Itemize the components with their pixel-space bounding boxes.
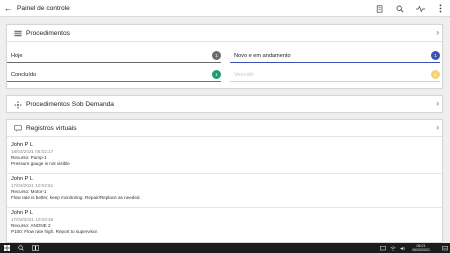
chat-bubble-icon <box>13 124 22 133</box>
tile-new-in-progress-label: Novo e em andamento <box>234 53 291 59</box>
chevron-right-icon: › <box>436 99 439 108</box>
record-message: P100: Flow rate high. Report to supervis… <box>11 229 99 234</box>
system-tray: 08:21 26/03/2021 <box>378 243 450 253</box>
display-icon[interactable] <box>378 243 388 253</box>
pulse-icon[interactable] <box>413 2 427 16</box>
windows-start-icon[interactable] <box>0 243 14 253</box>
tile-completed-label: Concluído <box>11 72 37 78</box>
tile-completed-count: 1 <box>212 70 221 79</box>
tile-completed[interactable]: Concluído 1 <box>7 69 221 82</box>
tile-today-label: Hoje <box>11 53 23 59</box>
back-arrow-icon[interactable]: ← <box>0 3 16 13</box>
app-bar: ← Painel de controle <box>0 0 450 17</box>
on-demand-icon <box>13 100 22 109</box>
taskbar-clock[interactable]: 08:21 26/03/2021 <box>412 244 430 252</box>
record-item[interactable]: John P L 17/03/2021 10:02:36 Recurso: AN… <box>7 210 442 242</box>
virtual-records-card: Registros virtuais › John P L 18/03/2021… <box>6 119 443 243</box>
procedures-icon <box>13 29 22 38</box>
tile-today-count: 1 <box>212 51 221 60</box>
record-message: Pressure gauge is not visible <box>11 161 70 166</box>
virtual-records-title: Registros virtuais <box>26 124 77 132</box>
procedures-card: Procedimentos › Hoje 1 Novo e em andamen… <box>6 24 443 89</box>
procedures-header[interactable]: Procedimentos › <box>7 25 442 42</box>
tile-new-in-progress[interactable]: Novo e em andamento 1 <box>230 50 440 63</box>
taskbar: 08:21 26/03/2021 <box>0 243 450 253</box>
page-title: Painel de controle <box>17 4 70 12</box>
search-icon[interactable] <box>393 2 407 16</box>
tile-overdue-label: Vencido <box>234 72 254 78</box>
on-demand-header[interactable]: Procedimentos Sob Demanda › <box>7 96 442 113</box>
procedures-title: Procedimentos <box>26 29 70 37</box>
appbar-actions <box>367 0 447 17</box>
task-view-icon[interactable] <box>28 243 42 253</box>
record-author: John P L <box>11 142 33 148</box>
chevron-right-icon: › <box>436 28 439 37</box>
tile-today[interactable]: Hoje 1 <box>7 50 221 63</box>
record-message: Flow rate is better, keep monitoring. Re… <box>11 195 141 200</box>
record-author: John P L <box>11 176 33 182</box>
tile-overdue-count: 1 <box>431 70 440 79</box>
clock-date: 26/03/2021 <box>412 248 430 252</box>
virtual-records-header[interactable]: Registros virtuais › <box>7 120 442 137</box>
tile-overdue[interactable]: Vencido 1 <box>230 69 440 82</box>
search-icon[interactable] <box>14 243 28 253</box>
record-author: John P L <box>11 210 33 216</box>
record-item[interactable]: John P L 17/03/2021 10:03:51 Recurso: Mo… <box>7 176 442 208</box>
record-item[interactable]: John P L 18/03/2021 05:02:17 Recurso: Pu… <box>7 142 442 174</box>
on-demand-title: Procedimentos Sob Demanda <box>26 101 114 108</box>
notifications-icon[interactable] <box>440 243 450 253</box>
on-demand-card[interactable]: Procedimentos Sob Demanda › <box>6 95 443 113</box>
more-menu-icon[interactable] <box>433 2 447 16</box>
layers-icon[interactable] <box>373 2 387 16</box>
chevron-right-icon: › <box>436 123 439 132</box>
volume-icon[interactable] <box>398 243 408 253</box>
wifi-icon[interactable] <box>388 243 398 253</box>
tile-new-in-progress-count: 1 <box>431 51 440 60</box>
